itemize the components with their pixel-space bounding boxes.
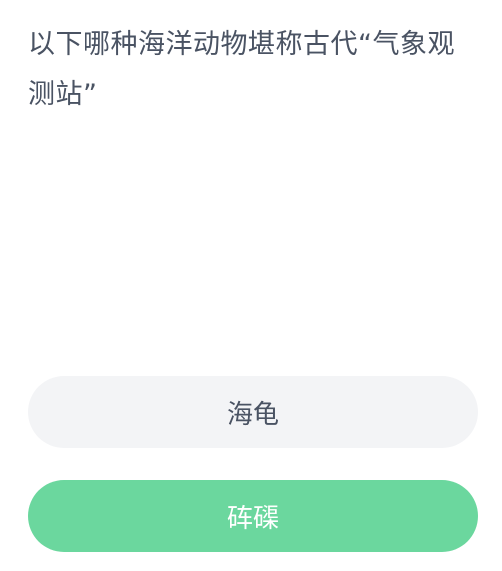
answer-option-giant-clam[interactable]: 砗磲 <box>28 480 478 552</box>
quiz-page: 以下哪种海洋动物堪称古代“气象观测站” 海龟 砗磲 <box>0 0 502 571</box>
answer-option-sea-turtle[interactable]: 海龟 <box>28 376 478 448</box>
question-text: 以下哪种海洋动物堪称古代“气象观测站” <box>28 29 455 110</box>
answer-option-label: 海龟 <box>226 399 279 430</box>
answer-option-label: 砗磲 <box>226 503 279 534</box>
